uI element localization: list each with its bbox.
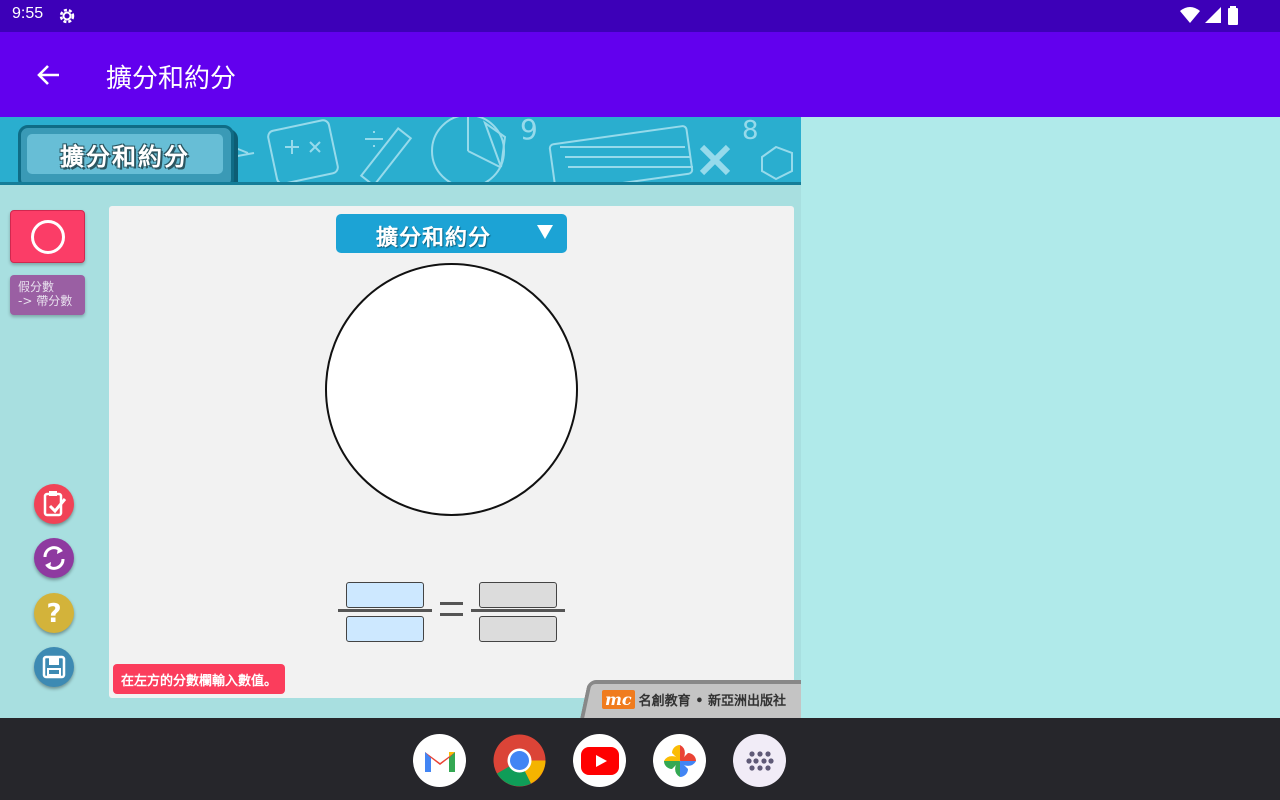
banner-title-plate: 擴分和約分	[27, 134, 223, 174]
battery-icon	[1226, 6, 1240, 30]
improper-to-mixed-button[interactable]: 假分數 -> 帶分數	[10, 275, 85, 315]
check-answer-button[interactable]	[34, 484, 74, 524]
mode-dropdown[interactable]: 擴分和約分	[336, 214, 567, 253]
photos-app-button[interactable]	[653, 734, 706, 787]
back-button[interactable]	[32, 58, 66, 92]
fraction-circle[interactable]	[325, 263, 578, 516]
publisher-text: 名創教育 • 新亞洲出版社	[638, 694, 787, 709]
dropdown-arrow-icon	[537, 224, 553, 243]
banner-title-box: 擴分和約分	[18, 125, 234, 182]
circle-icon	[30, 219, 65, 254]
check-clipboard-icon	[43, 491, 67, 517]
left-denominator-input[interactable]	[346, 616, 424, 642]
banner: 9 8 擴分和約分	[0, 117, 801, 185]
circle-mode-button[interactable]	[10, 210, 85, 263]
taskbar	[0, 718, 1280, 800]
equals-sign	[440, 602, 463, 616]
gmail-icon	[424, 751, 455, 772]
settings-gear-icon	[57, 6, 77, 30]
refresh-icon	[43, 546, 65, 570]
refresh-button[interactable]	[34, 538, 74, 578]
right-denominator-input[interactable]	[479, 616, 557, 642]
back-arrow-icon	[37, 65, 59, 85]
app-drawer-button[interactable]	[733, 734, 786, 787]
status-icons	[1180, 6, 1240, 30]
app-bar: 擴分和約分	[0, 32, 1280, 117]
right-fraction-bar	[471, 609, 565, 612]
chrome-app-button[interactable]	[493, 734, 546, 787]
photos-icon	[663, 744, 696, 777]
hint-message: 在左方的分數欄輸入數值。	[113, 664, 286, 694]
left-fraction-bar	[338, 609, 432, 612]
svg-text:8: 8	[742, 117, 759, 146]
gmail-app-button[interactable]	[413, 734, 466, 787]
app-title: 擴分和約分	[106, 64, 237, 94]
mode-dropdown-label: 擴分和約分	[376, 226, 492, 251]
signal-icon	[1204, 6, 1222, 30]
left-numerator-input[interactable]	[346, 582, 424, 608]
banner-title: 擴分和約分	[60, 142, 190, 171]
wifi-icon	[1180, 6, 1200, 30]
app-drawer-icon	[745, 750, 774, 771]
save-disk-icon	[42, 655, 66, 679]
help-icon: ?	[46, 599, 61, 628]
save-button[interactable]	[34, 647, 74, 687]
publisher-label: mc 名創教育 • 新亞洲出版社	[602, 690, 786, 709]
svg-text:9: 9	[520, 117, 538, 146]
work-area: 擴分和約分 在左方的分數欄輸入數值。	[109, 206, 794, 698]
youtube-app-button[interactable]	[573, 734, 626, 787]
status-time: 9:55	[12, 5, 44, 22]
empty-right-area	[801, 117, 1280, 718]
app-panel: 9 8 擴分和約分 假分數 -> 帶分數 ? 擴分和約分 在左方的分數欄輸入數值…	[0, 117, 801, 718]
chrome-icon	[493, 734, 546, 787]
svg-text:?: ?	[46, 599, 61, 628]
status-bar: 9:55	[0, 0, 1280, 32]
right-numerator-input[interactable]	[479, 582, 557, 608]
youtube-icon	[580, 746, 619, 775]
help-button[interactable]: ?	[34, 593, 74, 633]
mc-logo: mc	[602, 690, 635, 709]
